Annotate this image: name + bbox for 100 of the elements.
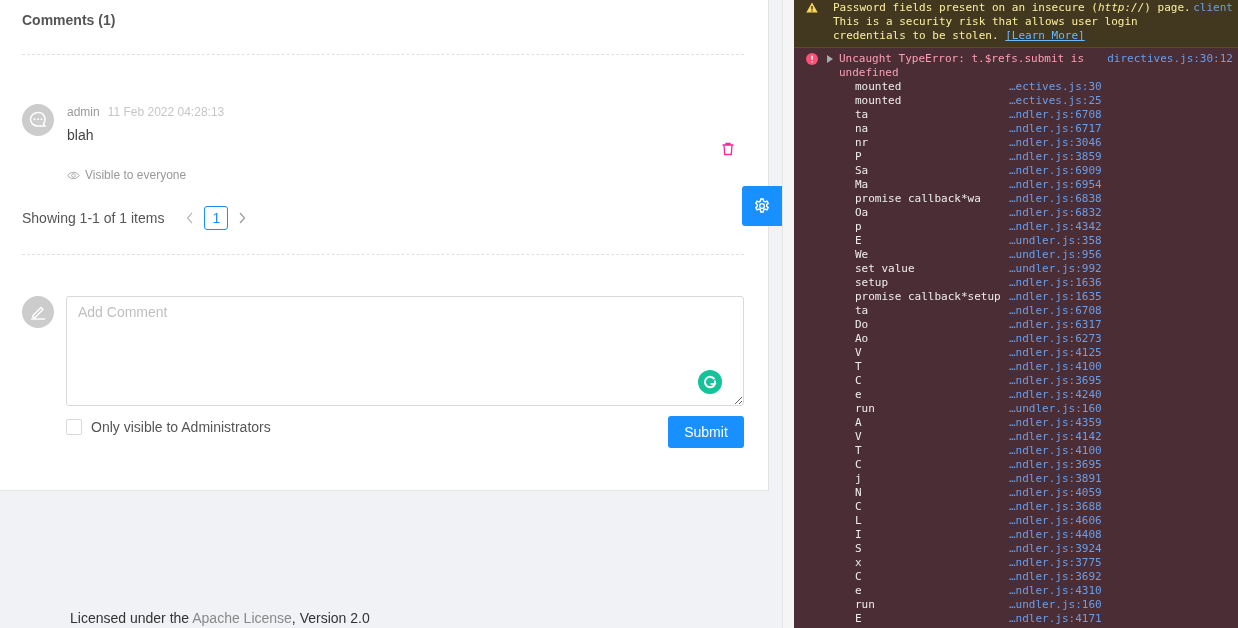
stack-function: T: [855, 444, 863, 458]
stack-function: A: [855, 416, 863, 430]
stack-location-link[interactable]: …ndler.js:3688: [1009, 500, 1102, 514]
comment-author: admin: [67, 105, 100, 119]
stack-location-link[interactable]: …ndler.js:3859: [1009, 150, 1102, 164]
stack-location-link[interactable]: …ndler.js:4125: [1009, 346, 1102, 360]
stack-location-link[interactable]: …ndler.js:4142: [1009, 430, 1102, 444]
stack-function: C: [855, 374, 863, 388]
checkbox[interactable]: [66, 419, 82, 435]
stack-function: P: [855, 150, 863, 164]
stack-location-link[interactable]: …undler.js:160: [1009, 598, 1102, 612]
visibility-label: Visible to everyone: [85, 168, 187, 182]
stack-function: T: [855, 360, 863, 374]
stack-function: We: [855, 248, 870, 262]
stack-function: E: [855, 612, 863, 626]
stack-function: mounted: [855, 80, 903, 94]
chat-bubble-avatar: [22, 104, 54, 136]
section-title: Comments (1): [22, 11, 117, 30]
stack-location-link[interactable]: …ndler.js:6954: [1009, 178, 1102, 192]
stack-function: setup: [855, 276, 890, 290]
stack-location-link[interactable]: …ndler.js:3692: [1009, 570, 1102, 584]
stack-function: p: [855, 220, 863, 234]
stack-location-link[interactable]: …ndler.js:4240: [1009, 388, 1102, 402]
stack-function: L: [855, 514, 863, 528]
settings-button[interactable]: [742, 186, 782, 226]
learn-more-link[interactable]: [Learn More]: [1005, 29, 1085, 42]
comment-text: blah: [67, 127, 94, 143]
console-message: Password fields present on an insecure (http://) page. This is a security risk that allows user login credentials to be stolen. [Learn More]: [833, 1, 1192, 43]
stack-location-link[interactable]: …ndler.js:6317: [1009, 318, 1102, 332]
stack-function: e: [855, 584, 863, 598]
eye-icon: [67, 170, 80, 180]
stack-location-link[interactable]: …ndler.js:6909: [1009, 164, 1102, 178]
stack-location-link[interactable]: …ndler.js:4342: [1009, 220, 1102, 234]
comment-textarea[interactable]: Add Comment: [66, 296, 744, 406]
collapsed-triangle-icon[interactable]: [827, 55, 833, 63]
stack-location-link[interactable]: …ndler.js:4059: [1009, 486, 1102, 500]
stack-function: run: [855, 598, 876, 612]
stack-function: V: [855, 346, 863, 360]
stack-function: Ao: [855, 332, 870, 346]
error-icon: [806, 53, 818, 65]
stack-location-link[interactable]: …ndler.js:3924: [1009, 542, 1102, 556]
stack-location-link[interactable]: …ndler.js:6708: [1009, 108, 1102, 122]
stack-function: na: [855, 122, 870, 136]
stack-function: promise callback*wa: [855, 192, 982, 206]
stack-function: mounted: [855, 94, 903, 108]
chevron-left-icon[interactable]: [186, 212, 195, 224]
stack-location-link[interactable]: …ndler.js:4310: [1009, 584, 1102, 598]
stack-location-link[interactable]: …ndler.js:1636: [1009, 276, 1102, 290]
stack-function: E: [855, 234, 863, 248]
stack-function: x: [855, 556, 863, 570]
stack-location-link[interactable]: …ndler.js:6717: [1009, 122, 1102, 136]
grammar-assistant-icon[interactable]: [698, 370, 722, 394]
stack-location-link[interactable]: …ectives.js:25: [1009, 94, 1102, 108]
license-text: Licensed under the Apache License, Version 2.0: [69, 610, 371, 626]
stack-location-link[interactable]: …ndler.js:4408: [1009, 528, 1102, 542]
stack-location-link[interactable]: …undler.js:992: [1009, 262, 1102, 276]
stack-function: Oa: [855, 206, 870, 220]
stack-function: C: [855, 500, 863, 514]
stack-function: V: [855, 430, 863, 444]
stack-location-link[interactable]: …ndler.js:6838: [1009, 192, 1102, 206]
stack-function: promise callback*setup: [855, 290, 1002, 304]
pagination-summary: Showing 1-1 of 1 items: [22, 210, 165, 226]
stack-function: C: [855, 458, 863, 472]
chevron-right-icon[interactable]: [238, 212, 247, 224]
stack-location-link[interactable]: …ndler.js:4100: [1009, 360, 1102, 374]
stack-location-link[interactable]: …undler.js:956: [1009, 248, 1102, 262]
stack-function: ta: [855, 108, 870, 122]
page-button[interactable]: 1: [204, 206, 229, 230]
stack-location-link[interactable]: …ndler.js:3891: [1009, 472, 1102, 486]
comment-time: 11 Feb 2022 04:28:13: [107, 105, 225, 119]
stack-location-link[interactable]: …ndler.js:6832: [1009, 206, 1102, 220]
stack-location-link[interactable]: …ectives.js:30: [1009, 80, 1102, 94]
stack-location-link[interactable]: …ndler.js:4359: [1009, 416, 1102, 430]
stack-function: S: [855, 542, 863, 556]
license-link[interactable]: Apache License: [192, 610, 292, 626]
submit-button[interactable]: Submit: [668, 416, 744, 448]
stack-location-link[interactable]: …ndler.js:6708: [1009, 304, 1102, 318]
source-link[interactable]: client: [1193, 1, 1233, 15]
stack-function: ta: [855, 304, 870, 318]
stack-location-link[interactable]: …undler.js:160: [1009, 402, 1102, 416]
stack-function: Do: [855, 318, 870, 332]
stack-location-link[interactable]: …ndler.js:4606: [1009, 514, 1102, 528]
stack-location-link[interactable]: …ndler.js:3046: [1009, 136, 1102, 150]
stack-location-link[interactable]: …ndler.js:6273: [1009, 332, 1102, 346]
stack-location-link[interactable]: …ndler.js:3695: [1009, 458, 1102, 472]
source-link[interactable]: directives.js:30:12: [1107, 52, 1233, 66]
console-message: Uncaught TypeError: t.$refs.submit is undefined: [839, 52, 1086, 80]
trash-icon[interactable]: [721, 142, 735, 156]
stack-function: C: [855, 570, 863, 584]
stack-location-link[interactable]: …ndler.js:1635: [1009, 290, 1102, 304]
stack-location-link[interactable]: …ndler.js:4171: [1009, 612, 1102, 626]
checkbox-label[interactable]: Only visible to Administrators: [91, 419, 271, 435]
stack-location-link[interactable]: …ndler.js:4100: [1009, 444, 1102, 458]
stack-location-link[interactable]: …ndler.js:3695: [1009, 374, 1102, 388]
stack-location-link[interactable]: …ndler.js:3775: [1009, 556, 1102, 570]
stack-function: Sa: [855, 164, 870, 178]
scrollbar[interactable]: [782, 0, 794, 628]
stack-function: e: [855, 388, 863, 402]
stack-location-link[interactable]: …undler.js:358: [1009, 234, 1102, 248]
pencil-avatar: [22, 296, 54, 328]
